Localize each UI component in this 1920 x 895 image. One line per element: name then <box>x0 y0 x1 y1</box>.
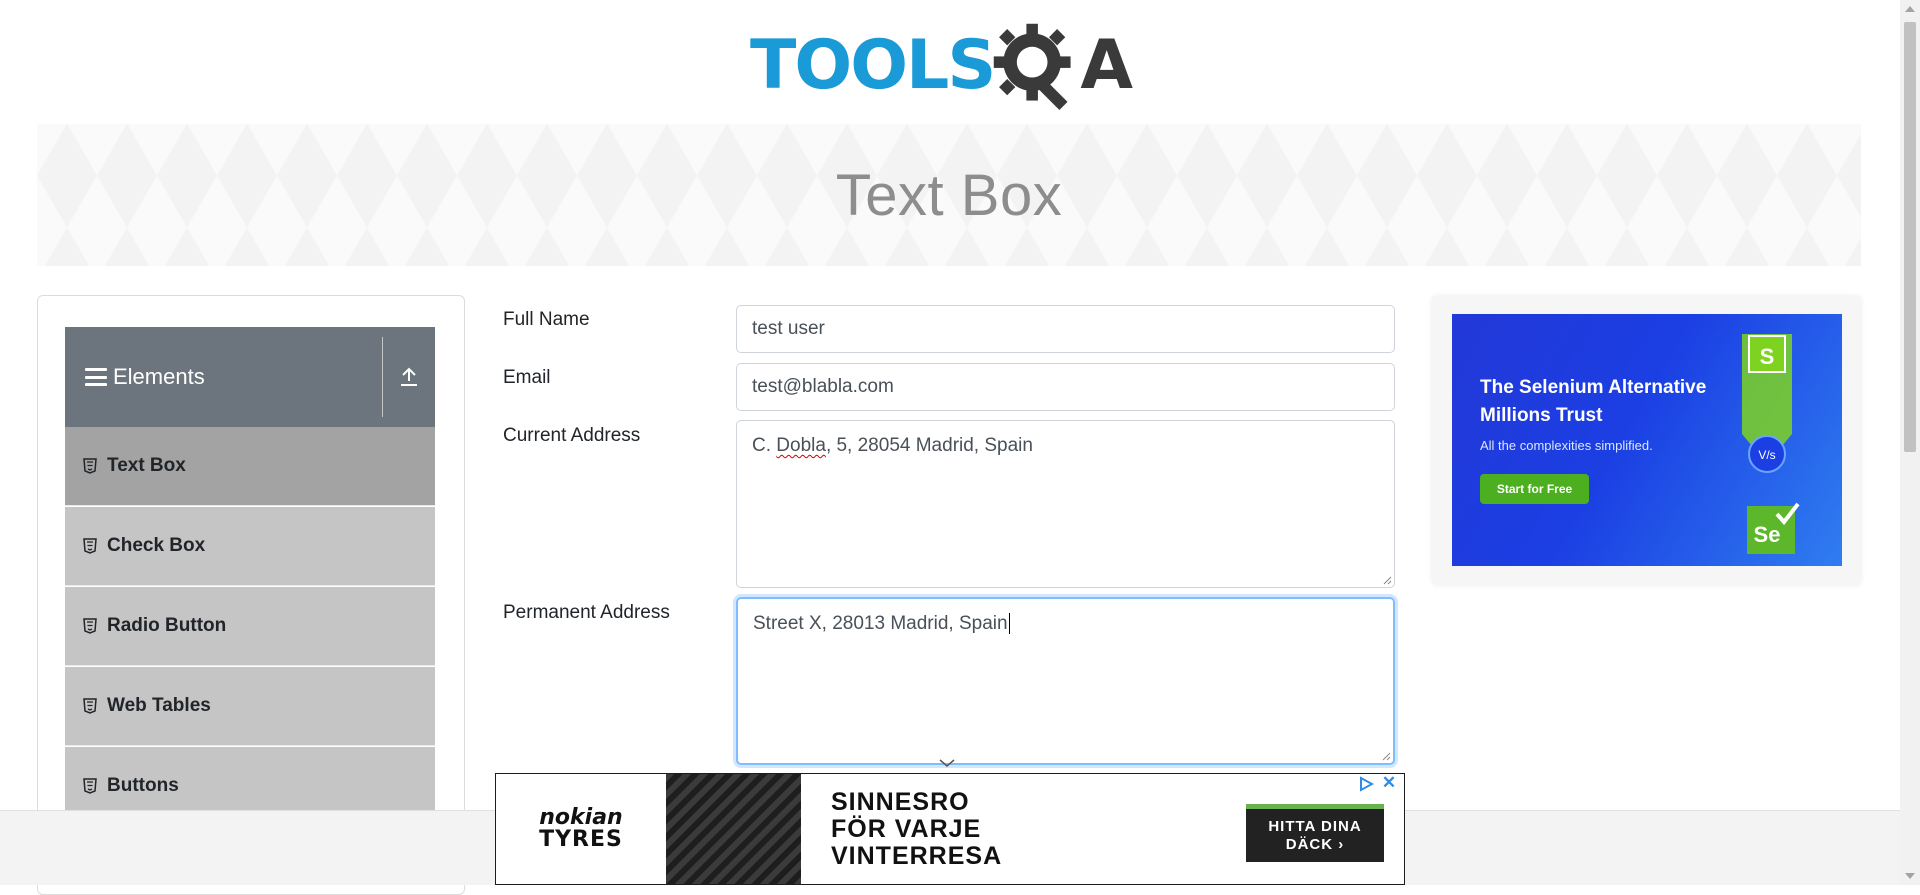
full-name-value: test user <box>752 318 825 339</box>
html5-icon <box>83 698 97 714</box>
collapse-button[interactable] <box>383 327 435 427</box>
ad-nokian-banner[interactable]: nokian TYRES SINNESRO FÖR VARJE VINTERRE… <box>495 773 1405 885</box>
elements-menu: Text Box Check Box Radio Button Web Tabl… <box>65 427 435 827</box>
find-tyres-button[interactable]: HITTA DINA DÄCK › <box>1246 804 1384 862</box>
badge-se-text: Se <box>1754 522 1781 547</box>
sidebar-item-label: Text Box <box>107 455 186 476</box>
spellcheck-flagged-word: Dobla <box>776 435 826 456</box>
current-address-suffix: , 5, 28054 Madrid, Spain <box>825 435 1033 456</box>
elements-group-label: Elements <box>113 364 205 389</box>
html5-icon <box>83 458 97 474</box>
logo-a-text: A <box>1080 26 1133 105</box>
full-name-input[interactable]: test user <box>736 305 1395 353</box>
nokian-logo: nokian TYRES <box>496 774 666 884</box>
ad-subtext: All the complexities simplified. <box>1480 438 1653 453</box>
chevron-down-icon[interactable] <box>937 756 957 770</box>
sidebar-item-radio-button[interactable]: Radio Button <box>65 587 435 666</box>
adchoices-icon[interactable] <box>1358 776 1374 792</box>
sidebar-item-label: Check Box <box>107 535 206 556</box>
page-title: Text Box <box>835 162 1063 228</box>
scroll-down-icon[interactable] <box>1905 873 1915 879</box>
ad-graphic: S V/s Se <box>1742 334 1800 554</box>
badge-vs-text: V/s <box>1758 448 1775 462</box>
ad-start-free-button[interactable]: Start for Free <box>1480 474 1589 504</box>
headline-line: FÖR VARJE <box>831 814 982 843</box>
scroll-thumb[interactable] <box>1904 22 1916 452</box>
email-label: Email <box>503 367 551 388</box>
page-scrollbar[interactable] <box>1900 0 1920 885</box>
arrow-up-icon <box>401 367 417 386</box>
resize-grip-icon[interactable] <box>1382 575 1392 585</box>
current-address-prefix: C. <box>752 435 777 456</box>
email-value: test@blabla.com <box>752 376 894 397</box>
tyre-image <box>666 774 801 884</box>
permanent-address-textarea[interactable]: Street X, 28013 Madrid, Spain <box>736 597 1395 765</box>
html5-icon <box>83 538 97 554</box>
html5-icon <box>83 778 97 794</box>
headline-line: VINTERRESA <box>831 841 1003 870</box>
scroll-up-icon[interactable] <box>1905 6 1915 12</box>
ad-bottom-headline: SINNESRO FÖR VARJE VINTERRESA <box>831 787 1251 870</box>
sidebar-item-label: Radio Button <box>107 615 227 636</box>
permanent-address-label: Permanent Address <box>503 602 670 623</box>
page-banner: Text Box <box>37 124 1861 266</box>
sidebar-item-label: Web Tables <box>107 695 211 716</box>
sidebar: Elements Text Box Check Box Radio Button… <box>37 295 465 895</box>
current-address-textarea[interactable]: C. Dobla, 5, 28054 Madrid, Spain <box>736 420 1395 588</box>
full-name-label: Full Name <box>503 309 590 330</box>
html5-icon <box>83 618 97 634</box>
resize-grip-icon[interactable] <box>1381 751 1391 761</box>
nokian-brand-line2: TYRES <box>539 827 623 852</box>
text-caret <box>1008 613 1010 635</box>
email-input[interactable]: test@blabla.com <box>736 363 1395 411</box>
hamburger-icon <box>85 368 107 386</box>
current-address-label: Current Address <box>503 425 641 446</box>
elements-group-header[interactable]: Elements <box>65 327 435 427</box>
sidebar-item-text-box[interactable]: Text Box <box>65 427 435 506</box>
sidebar-item-label: Buttons <box>107 775 179 796</box>
sidebar-item-web-tables[interactable]: Web Tables <box>65 667 435 746</box>
sidebar-item-check-box[interactable]: Check Box <box>65 507 435 586</box>
logo-tools-text: TOOLS <box>750 26 996 105</box>
elements-group-title: Elements <box>65 364 382 390</box>
gear-magnifier-icon <box>994 23 1071 111</box>
toolsqa-logo[interactable]: TOOLS A <box>750 18 1155 114</box>
close-ad-icon[interactable]: ✕ <box>1380 774 1398 792</box>
headline-line: SINNESRO <box>831 787 970 816</box>
nokian-brand-line1: nokian <box>539 805 623 830</box>
ad-selenium-alternative[interactable]: S V/s Se The Selenium Alternative Millio… <box>1452 314 1842 566</box>
permanent-address-value: Street X, 28013 Madrid, Spain <box>753 613 1008 634</box>
ad-headline: The Selenium Alternative Millions Trust <box>1480 377 1707 426</box>
badge-s-text: S <box>1760 344 1775 369</box>
header-divider <box>382 337 383 417</box>
